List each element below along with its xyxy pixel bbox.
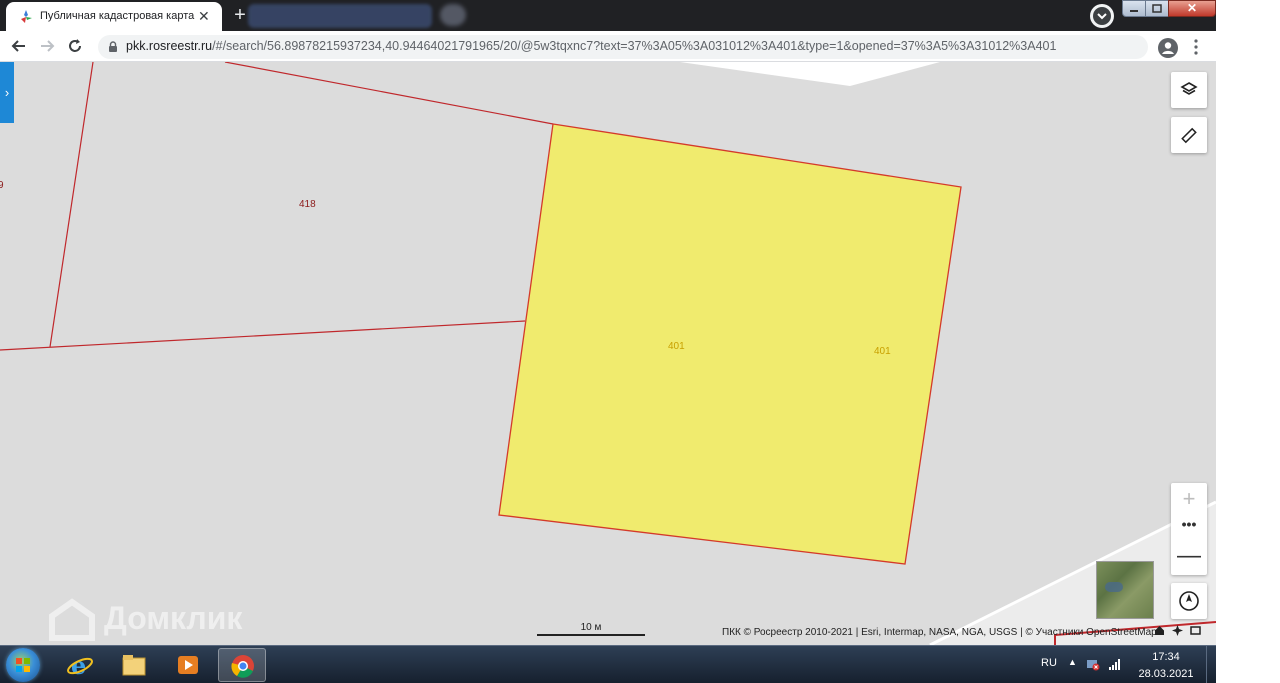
parcel-label-401-secondary: 401 [874,346,891,357]
minimap-satellite[interactable] [1096,561,1154,619]
zoom-in-button[interactable]: + [1171,483,1207,517]
folder-icon [122,655,146,676]
layers-icon [1180,82,1198,95]
scale-bar: 10 м [537,622,645,636]
parcel-418-boundary [49,62,94,348]
signal-icon[interactable] [1108,657,1122,671]
chrome-icon [231,655,254,678]
tab-inactive-blurred[interactable] [248,4,432,28]
network-error-icon[interactable] [1086,657,1100,671]
parcel-418-boundary [224,62,554,125]
rosreestr-favicon-icon [21,10,32,23]
parcel-label-418: 418 [299,199,316,210]
windows-logo-icon [16,658,30,672]
restore-icon [1152,4,1162,13]
parcel-label-401: 401 [668,341,685,352]
arrow-right-icon [41,40,55,52]
measure-button[interactable] [1171,117,1207,153]
browser-tab-strip: Публичная кадастровая карта ✕ + ✕ [0,0,1216,31]
account-button[interactable] [1158,38,1178,58]
ruler-icon [1181,127,1197,144]
tab-search-button[interactable] [1090,4,1114,28]
cadastral-map[interactable]: 418 401 401 9 › + ••• — 10 м ПКК © Росре… [0,62,1216,645]
map-attribution: ПКК © Росреестр 2010-2021 | Esri, Interm… [722,627,1157,638]
url-path: /#/search/56.89878215937234,40.944640217… [212,39,1057,53]
address-bar[interactable]: pkk.rosreestr.ru/#/search/56.89878215937… [98,35,1237,59]
taskbar-ie[interactable]: e [56,648,104,682]
tab-active[interactable]: Публичная кадастровая карта ✕ [6,2,222,31]
back-button[interactable] [8,36,30,58]
media-player-icon [178,656,198,674]
zoom-more-button[interactable]: ••• [1171,517,1207,539]
watermark-text: Домклик [104,600,243,636]
compass-icon [1179,591,1199,611]
map-canvas[interactable] [0,62,1216,645]
account-icon [1162,42,1174,54]
tray-clock-date[interactable]: 28.03.2021 [1136,668,1196,680]
attribution-icons [1154,625,1201,639]
taskbar-media-player[interactable] [164,648,212,682]
close-window-button[interactable]: ✕ [1168,0,1216,17]
parcel-401-selected[interactable] [498,123,962,565]
right-margin [1216,0,1280,683]
tab-close-icon[interactable]: ✕ [198,8,210,24]
tray-clock-time[interactable]: 17:34 [1136,651,1196,663]
windows-taskbar: e RU ▲ 17:34 28.03.2021 [0,645,1216,683]
road-shape [680,62,940,86]
url-host: pkk.rosreestr.ru [126,39,213,53]
more-vertical-icon [1194,39,1198,55]
parcel-label-edge: 9 [0,180,4,191]
scale-line [537,634,645,636]
zoom-controls: + ••• — [1171,483,1207,575]
tray-language[interactable]: RU [1041,657,1057,669]
browser-menu-button[interactable] [1190,36,1202,58]
domclick-logo [49,598,95,641]
show-desktop-button[interactable] [1206,646,1216,683]
taskbar-explorer[interactable] [110,648,158,682]
reload-icon [69,39,81,52]
arrow-left-icon [11,40,25,52]
side-panel-toggle[interactable]: › [0,62,14,123]
compass-button[interactable] [1171,583,1207,619]
maximize-button[interactable] [1145,0,1169,17]
layers-button[interactable] [1171,72,1207,108]
scale-label: 10 м [580,622,602,633]
forward-button[interactable] [36,36,58,58]
tab-inactive-blurred-icon[interactable] [440,4,466,26]
chevron-down-icon [1093,7,1111,25]
zoom-out-button[interactable]: — [1171,539,1207,575]
taskbar-chrome[interactable] [218,648,266,682]
locate-icon[interactable] [1172,625,1184,636]
url-text: pkk.rosreestr.ru/#/search/56.89878215937… [126,39,1056,53]
start-button[interactable] [6,648,40,682]
browser-toolbar: pkk.rosreestr.ru/#/search/56.89878215937… [0,31,1237,62]
tray-expand-icon[interactable]: ▲ [1068,657,1077,667]
home-icon[interactable] [1154,625,1165,636]
screen: Публичная кадастровая карта ✕ + ✕ pkk.ro… [0,0,1280,683]
minimize-icon [1130,10,1138,12]
window-controls: ✕ [1122,0,1216,18]
parcel-418-boundary [0,320,526,351]
minimize-button[interactable] [1122,0,1146,17]
fullscreen-icon[interactable] [1190,625,1201,636]
ie-icon: e [67,652,93,678]
reload-button[interactable] [64,36,86,58]
tab-title: Публичная кадастровая карта [40,10,195,22]
lock-icon [109,41,117,52]
